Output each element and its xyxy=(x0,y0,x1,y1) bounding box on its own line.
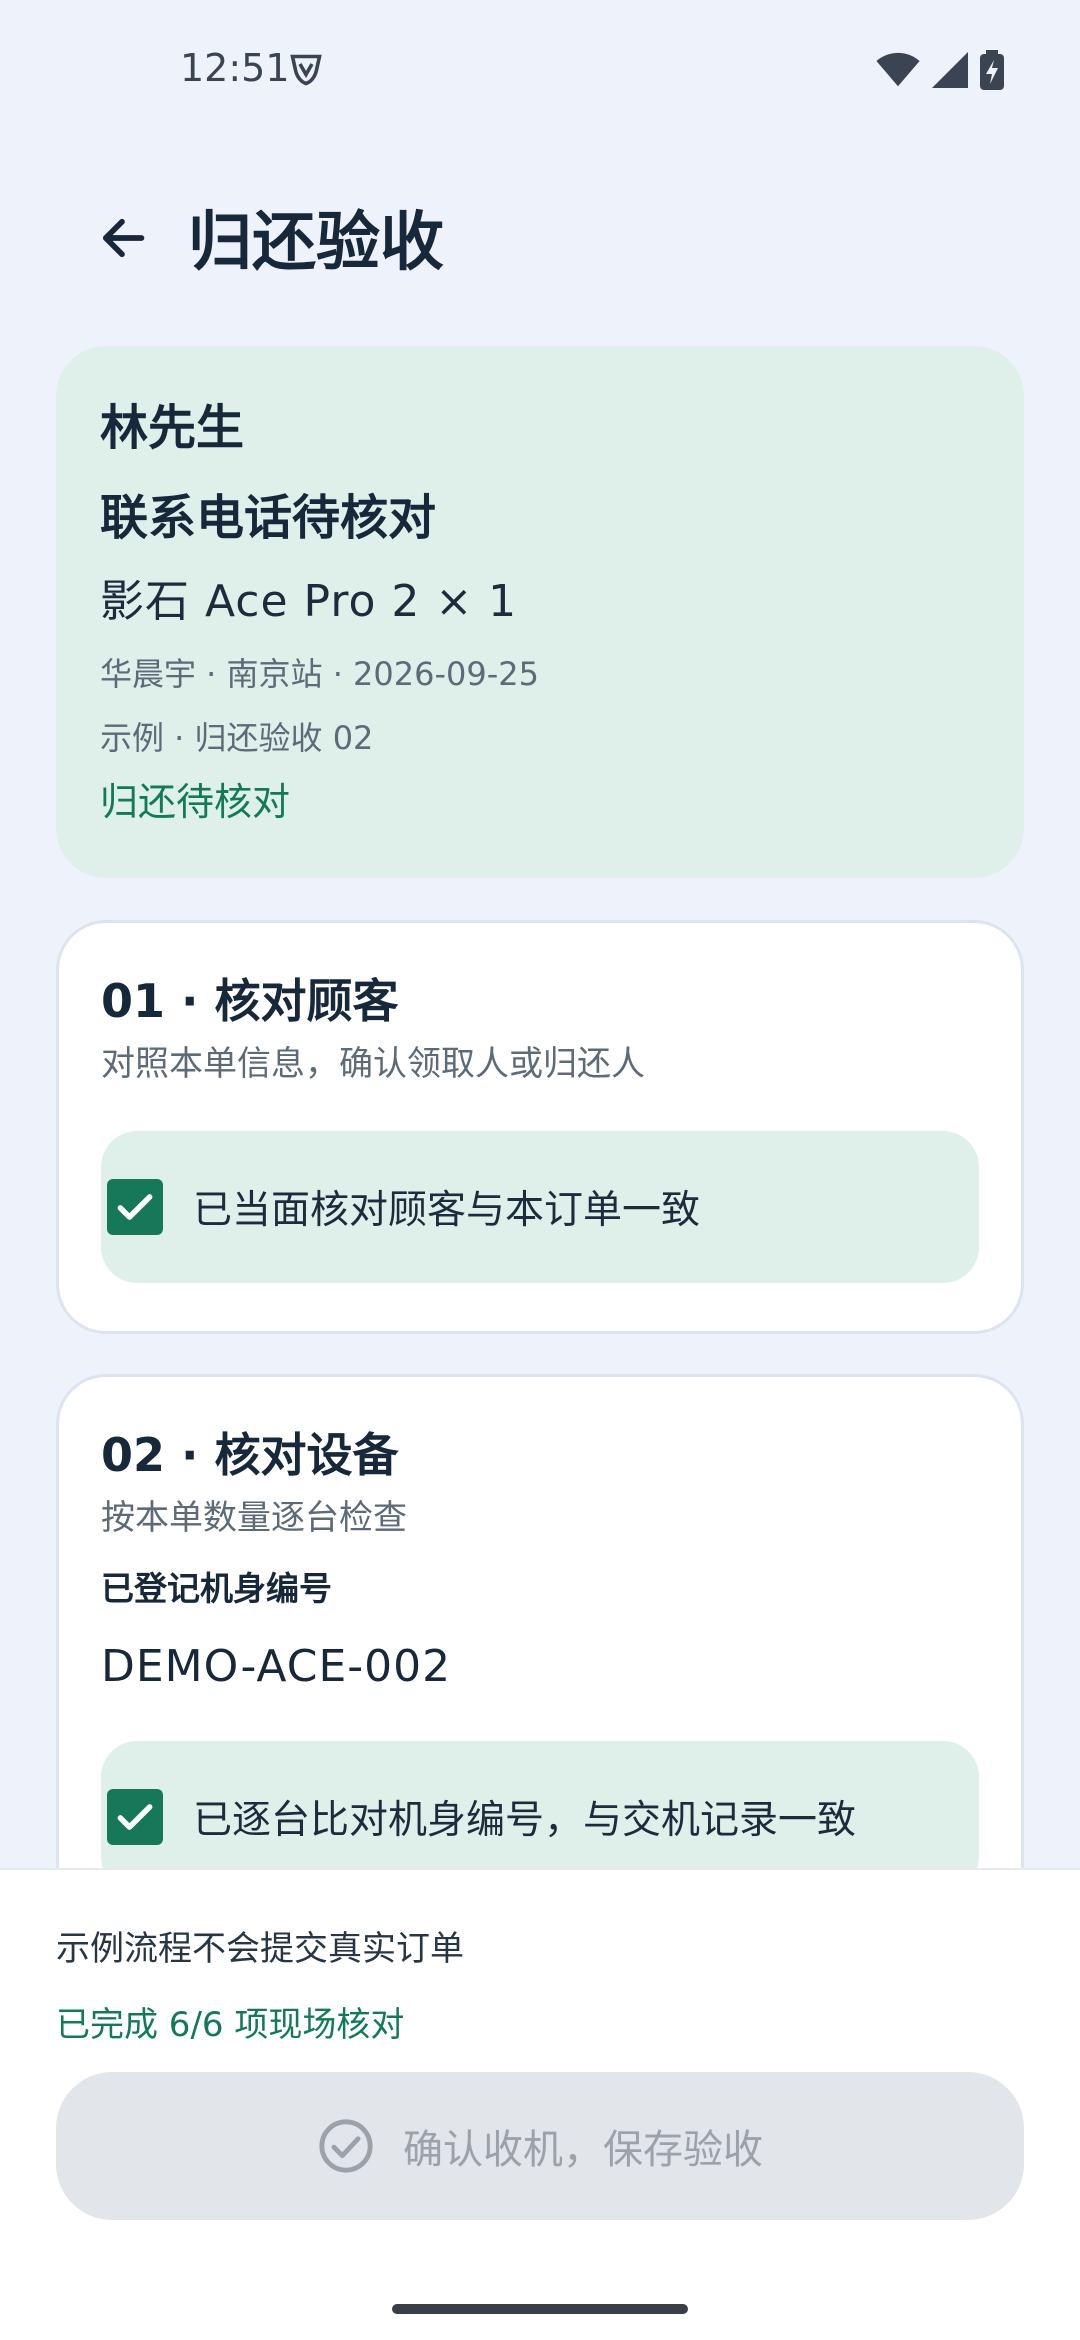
demo-notice: 示例流程不会提交真实订单 xyxy=(56,1929,464,1969)
checkbox-label: 已当面核对顾客与本订单一致 xyxy=(193,1188,701,1233)
contact-phone: 联系电话待核对 xyxy=(100,490,437,546)
step-verify-device-card: 02 · 核对设备 按本单数量逐台检查 已登记机身编号 DEMO-ACE-002… xyxy=(56,1374,1024,1934)
customer-name: 林先生 xyxy=(100,400,245,456)
cell-signal-icon xyxy=(932,52,968,92)
step-verify-customer-card: 01 · 核对顾客 对照本单信息，确认领取人或归还人 已当面核对顾客与本订单一致 xyxy=(56,920,1024,1334)
checkbox[interactable] xyxy=(107,1789,163,1845)
home-indicator[interactable] xyxy=(392,2304,688,2314)
status-icons xyxy=(876,50,1004,94)
battery-charging-icon xyxy=(980,50,1004,94)
customer-verified-checkbox-row[interactable]: 已当面核对顾客与本订单一致 xyxy=(101,1131,979,1283)
vpn-shield-icon xyxy=(288,52,324,92)
wifi-icon xyxy=(876,52,920,92)
device-summary: 影石 Ace Pro 2 × 1 xyxy=(100,576,518,627)
checkbox-label: 已逐台比对机身编号，与交机记录一致 xyxy=(193,1798,857,1843)
checkbox[interactable] xyxy=(107,1179,163,1235)
arrow-left-icon xyxy=(96,212,148,268)
bottom-action-bar: 示例流程不会提交真实订单 已完成 6/6 项现场核对 确认收机，保存验收 xyxy=(0,1868,1080,2340)
confirm-button-label: 确认收机，保存验收 xyxy=(403,2127,763,2173)
back-button[interactable] xyxy=(86,204,158,276)
serial-number-value: DEMO-ACE-002 xyxy=(101,1641,452,1692)
step-title: 01 · 核对顾客 xyxy=(101,974,399,1028)
step-subtitle: 对照本单信息，确认领取人或归还人 xyxy=(101,1044,645,1084)
check-icon xyxy=(117,1194,153,1220)
order-meta: 华晨宇 · 南京站 · 2026-09-25 xyxy=(100,655,540,693)
confirm-return-button[interactable]: 确认收机，保存验收 xyxy=(56,2072,1024,2220)
return-status: 归还待核对 xyxy=(100,780,291,824)
step-subtitle: 按本单数量逐台检查 xyxy=(101,1498,407,1538)
step-title: 02 · 核对设备 xyxy=(101,1428,399,1482)
order-summary-card: 林先生 联系电话待核对 影石 Ace Pro 2 × 1 华晨宇 · 南京站 ·… xyxy=(56,346,1024,878)
status-time: 12:51 xyxy=(180,46,290,90)
verification-progress: 已完成 6/6 项现场核对 xyxy=(56,2005,405,2045)
serial-number-label: 已登记机身编号 xyxy=(101,1569,332,1608)
check-icon xyxy=(117,1804,153,1830)
page-title: 归还验收 xyxy=(188,206,444,280)
check-circle-icon xyxy=(317,2117,375,2175)
status-bar: 12:51 xyxy=(0,0,1080,140)
example-tag: 示例 · 归还验收 02 xyxy=(100,719,374,757)
